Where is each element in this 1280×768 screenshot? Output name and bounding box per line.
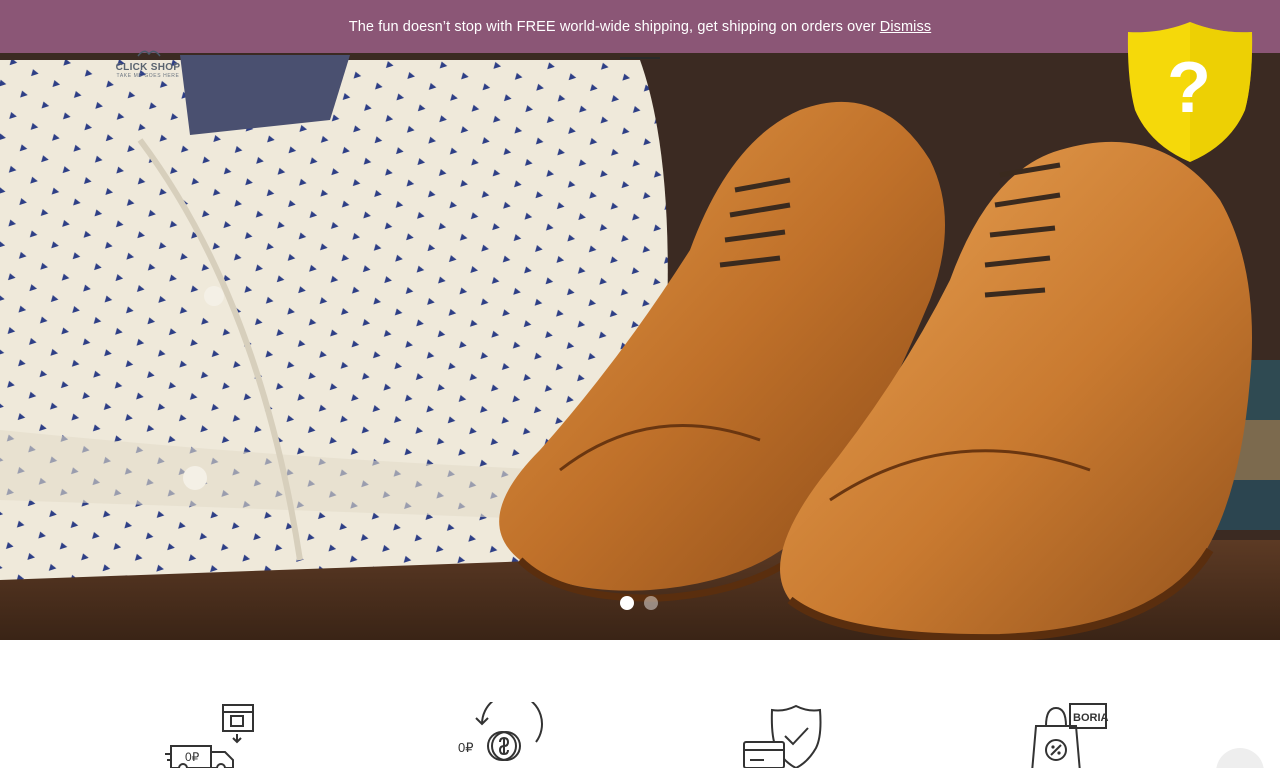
feature-secure-payment xyxy=(738,702,838,768)
features-row: 0₽ 0₽ BORIA xyxy=(0,640,1280,768)
feature-free-delivery: 0₽ xyxy=(165,702,265,768)
card-shield-check-icon xyxy=(743,704,822,768)
hero-banner xyxy=(0,0,1280,640)
trust-badge[interactable]: ? xyxy=(1125,20,1255,164)
coin-return-icon: 0₽ xyxy=(458,693,543,761)
brand-name: CLICK SHOP xyxy=(115,62,181,73)
slider-dot-2[interactable] xyxy=(644,596,658,610)
hero-image-shirts-and-shoes xyxy=(0,0,1280,640)
logo-mark-icon xyxy=(137,50,161,57)
shopping-bag-discount-icon: BORIA xyxy=(1031,703,1109,768)
shipping-notice-bar: The fun doesn’t stop with FREE world-wid… xyxy=(0,0,1280,53)
dismiss-link[interactable]: Dismiss xyxy=(880,19,931,35)
feature-1-text: 0₽ xyxy=(185,750,200,764)
nav-active-indicator xyxy=(620,57,660,59)
brand-logo[interactable]: CLICK SHOP TAKE ME GOES HERE xyxy=(108,44,188,82)
badge-symbol: ? xyxy=(1167,48,1211,128)
brand-tagline: TAKE ME GOES HERE xyxy=(116,73,180,79)
delivery-truck-store-icon: 0₽ xyxy=(165,704,254,768)
shipping-notice-text: The fun doesn’t stop with FREE world-wid… xyxy=(348,18,876,35)
shield-question-icon: ? xyxy=(1127,22,1253,162)
feature-2-text: 0₽ xyxy=(458,740,474,755)
slider-dot-1[interactable] xyxy=(620,596,634,610)
feature-4-text: BORIA xyxy=(1073,712,1109,724)
slider-pagination xyxy=(620,596,658,610)
feature-money-back: 0₽ xyxy=(452,693,552,768)
feature-discounts: BORIA xyxy=(1026,702,1126,768)
